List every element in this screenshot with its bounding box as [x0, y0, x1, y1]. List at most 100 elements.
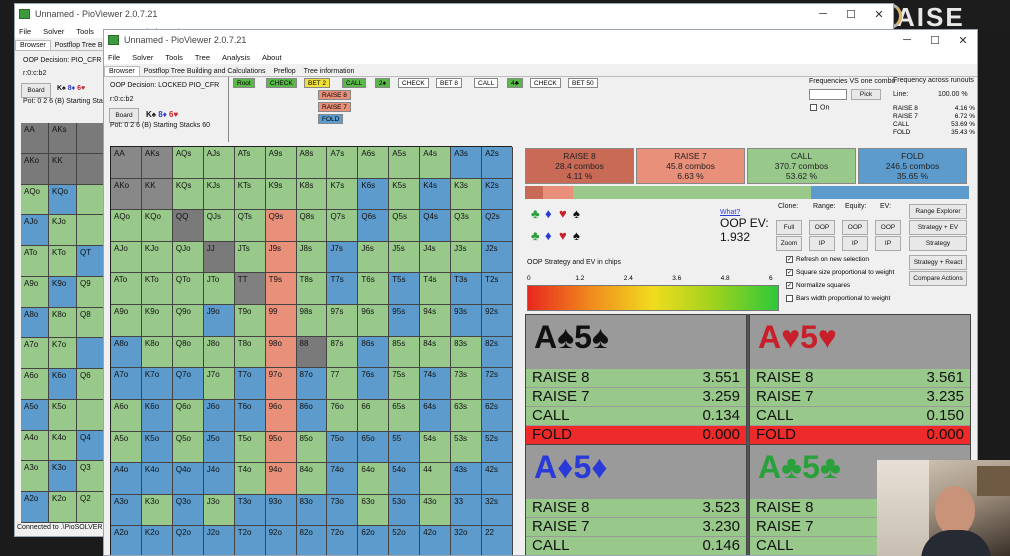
matrix-cell[interactable]: 52o [389, 526, 421, 555]
matrix-cell[interactable]: 83o [296, 494, 328, 527]
minimize-icon[interactable]: ─ [893, 34, 921, 47]
pick-button[interactable]: Pick [851, 89, 881, 100]
matrix-cell[interactable]: 98o [265, 336, 297, 369]
tree-node-0[interactable]: Root [233, 78, 255, 88]
matrix-cell[interactable]: J7s [327, 241, 359, 274]
menu-solver[interactable]: Solver [43, 27, 64, 36]
matrix-cell[interactable]: T4o [234, 463, 266, 495]
back-matrix-cell[interactable]: A7o [21, 338, 49, 370]
matrix-cell[interactable]: 43s [451, 463, 483, 495]
suit-filter-icon[interactable]: ♣ [531, 228, 540, 243]
tab-browser[interactable]: Browser [15, 40, 51, 50]
back-matrix-cell[interactable]: AJo [21, 215, 49, 247]
suit-filter-icon[interactable]: ♠ [573, 228, 580, 243]
back-matrix-cell[interactable]: AQo [21, 184, 49, 216]
back-matrix-cell[interactable]: KJo [49, 215, 77, 247]
matrix-cell[interactable]: JJ [203, 241, 235, 274]
matrix-cell[interactable]: A8o [111, 336, 142, 369]
matrix-cell[interactable]: J8o [203, 336, 235, 369]
combo-box[interactable]: A♦5♦ RAISE 8 3.523 RAISE 7 3.230 CALL 0.146 [525, 444, 747, 555]
back-matrix-cell[interactable] [77, 399, 105, 431]
matrix-cell[interactable]: T2o [234, 526, 266, 555]
matrix-cell[interactable]: 54s [420, 431, 452, 464]
matrix-cell[interactable]: KK [141, 178, 173, 211]
matrix-cell[interactable]: J9s [265, 241, 297, 274]
matrix-cell[interactable]: A9s [265, 147, 297, 179]
matrix-cell[interactable]: K7o [141, 368, 173, 400]
matrix-cell[interactable]: T2s [482, 273, 513, 306]
matrix-cell[interactable]: 65o [358, 431, 390, 464]
back-matrix-cell[interactable]: A6o [21, 369, 49, 400]
ev-oop-button[interactable]: OOP [875, 220, 901, 235]
matrix-cell[interactable]: 96o [265, 399, 297, 432]
matrix-cell[interactable]: 87s [327, 336, 359, 369]
back-matrix-cell[interactable] [77, 123, 105, 154]
matrix-cell[interactable]: K8o [141, 336, 173, 369]
matrix-cell[interactable]: QTs [234, 210, 266, 242]
matrix-cell[interactable]: 76o [327, 399, 359, 432]
combo-box[interactable]: A♥5♥ RAISE 8 3.561 RAISE 7 3.235 CALL 0.150 FOL… [749, 314, 971, 444]
matrix-cell[interactable]: T5s [389, 273, 421, 306]
option-raise-7[interactable]: RAISE 7 [318, 102, 351, 112]
matrix-cell[interactable]: 62o [358, 526, 390, 555]
back-matrix-cell[interactable]: A9o [21, 276, 49, 308]
suit-filter-icon[interactable]: ♦ [545, 228, 552, 243]
matrix-cell[interactable]: 86o [296, 399, 328, 432]
matrix-cell[interactable]: T8s [296, 273, 328, 306]
matrix-cell[interactable]: 72s [482, 368, 513, 400]
equity-oop-button[interactable]: OOP [842, 220, 868, 235]
matrix-cell[interactable]: Q8o [172, 336, 204, 369]
tree-node-8[interactable]: 4♣ [507, 78, 523, 88]
strategy-ev-button[interactable]: Strategy + EV [909, 220, 967, 235]
matrix-cell[interactable]: K2s [482, 178, 513, 211]
matrix-cell[interactable]: A7s [327, 147, 359, 179]
tree-node-1[interactable]: CHECK [266, 78, 297, 88]
back-matrix-cell[interactable]: K4o [49, 430, 77, 462]
matrix-cell[interactable]: J3s [451, 241, 483, 274]
matrix-cell[interactable]: K2o [141, 526, 173, 555]
menu-tools[interactable]: Tools [76, 27, 94, 36]
back-matrix-cell[interactable]: ATo [21, 246, 49, 277]
matrix-cell[interactable]: 85o [296, 431, 328, 464]
option-checkbox-row[interactable]: ✓ Square size proportional to weight [786, 269, 894, 276]
matrix-cell[interactable]: 95s [389, 305, 421, 337]
matrix-cell[interactable]: KJo [141, 241, 173, 274]
matrix-cell[interactable]: A2o [111, 526, 142, 555]
suit-filter-icon[interactable]: ♥ [559, 228, 567, 243]
matrix-cell[interactable]: T7o [234, 368, 266, 400]
matrix-cell[interactable]: JTs [234, 241, 266, 274]
back-matrix-cell[interactable]: KK [49, 153, 77, 185]
matrix-cell[interactable]: KJs [203, 178, 235, 211]
matrix-cell[interactable]: AKs [141, 147, 173, 179]
matrix-cell[interactable]: A8s [296, 147, 328, 179]
matrix-cell[interactable]: AJo [111, 241, 142, 274]
matrix-cell[interactable]: 64o [358, 463, 390, 495]
matrix-cell[interactable]: A7o [111, 368, 142, 400]
matrix-cell[interactable]: K4s [420, 178, 452, 211]
matrix-cell[interactable]: K4o [141, 463, 173, 495]
matrix-cell[interactable]: QTo [172, 273, 204, 306]
matrix-cell[interactable]: J4s [420, 241, 452, 274]
back-matrix-cell[interactable]: K6o [49, 369, 77, 400]
action-card[interactable]: FOLD 246.5 combos 35.65 % [858, 148, 967, 184]
matrix-cell[interactable]: 86s [358, 336, 390, 369]
matrix-cell[interactable]: 82s [482, 336, 513, 369]
matrix-cell[interactable]: K7s [327, 178, 359, 211]
matrix-cell[interactable]: J9o [203, 305, 235, 337]
equity-ip-button[interactable]: IP [842, 236, 868, 251]
matrix-cell[interactable]: J7o [203, 368, 235, 400]
matrix-cell[interactable]: Q8s [296, 210, 328, 242]
matrix-cell[interactable]: TT [234, 273, 266, 306]
back-matrix-cell[interactable]: KTo [49, 246, 77, 277]
matrix-cell[interactable]: J4o [203, 463, 235, 495]
checkbox[interactable]: ✓ [786, 282, 793, 289]
matrix-cell[interactable]: 66 [358, 399, 390, 432]
matrix-cell[interactable]: KTo [141, 273, 173, 306]
matrix-cell[interactable]: 52s [482, 431, 513, 464]
back-matrix-cell[interactable]: A4o [21, 430, 49, 462]
back-matrix-cell[interactable]: A3o [21, 461, 49, 493]
matrix-cell[interactable]: K3s [451, 178, 483, 211]
option-raise-8[interactable]: RAISE 8 [318, 90, 351, 100]
matrix-cell[interactable]: J3o [203, 494, 235, 527]
matrix-cell[interactable]: 99 [265, 305, 297, 337]
